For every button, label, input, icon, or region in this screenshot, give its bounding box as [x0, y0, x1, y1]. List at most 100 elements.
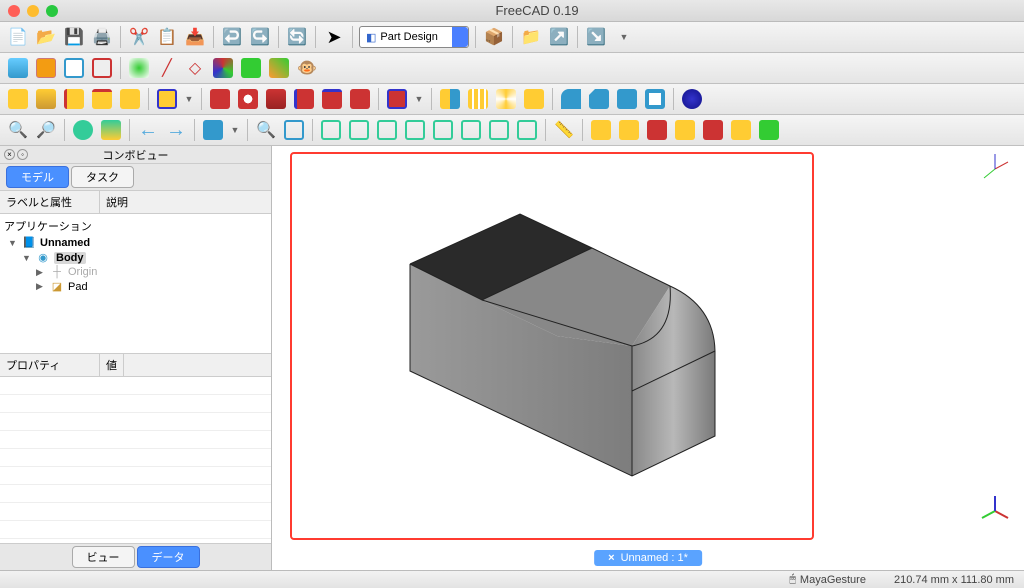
view-top-icon[interactable] [319, 118, 343, 142]
view-bottom-icon[interactable] [403, 118, 427, 142]
pointer-icon[interactable]: ➤ [322, 25, 346, 49]
sub-pipe-icon[interactable] [320, 87, 344, 111]
isometric-icon[interactable] [201, 118, 225, 142]
view-left-icon[interactable] [431, 118, 455, 142]
refresh-icon[interactable]: 🔄 [285, 25, 309, 49]
subshapebinder-icon[interactable] [267, 56, 291, 80]
property-table[interactable] [0, 377, 271, 543]
view-front-icon[interactable] [282, 118, 306, 142]
folder-icon[interactable]: 📁 [519, 25, 543, 49]
save-file-icon[interactable]: 💾 [62, 25, 86, 49]
shapebinder-icon[interactable] [239, 56, 263, 80]
undo-icon[interactable]: ↩️ [220, 25, 244, 49]
tab-view[interactable]: ビュー [72, 546, 135, 568]
tree-doc-label[interactable]: Unnamed [40, 237, 90, 249]
measure-toggle-all-icon[interactable] [701, 118, 725, 142]
draw-style-icon[interactable] [71, 118, 95, 142]
measure-toggle-3d-icon[interactable] [729, 118, 753, 142]
edit-sketch-icon[interactable] [62, 56, 86, 80]
tree-origin-label[interactable]: Origin [68, 266, 97, 278]
disclosure-triangle-icon[interactable]: ▶ [36, 267, 46, 278]
tab-model[interactable]: モデル [6, 166, 69, 188]
3d-viewport[interactable]: × Unnamed : 1* [272, 146, 1024, 570]
print-icon[interactable]: 🖨️ [90, 25, 114, 49]
groove-icon[interactable] [264, 87, 288, 111]
loft-icon[interactable] [62, 87, 86, 111]
tree-pad-label[interactable]: Pad [68, 281, 88, 293]
navigation-style-button[interactable]: 🖱 MayaGesture [789, 573, 866, 586]
additive-helix-icon[interactable] [118, 87, 142, 111]
dropdown-icon[interactable]: ▼ [612, 25, 636, 49]
dropdown-icon[interactable]: ▼ [229, 118, 241, 142]
new-file-icon[interactable]: 📄 [6, 25, 30, 49]
pocket-icon[interactable] [208, 87, 232, 111]
create-body-icon[interactable] [6, 56, 30, 80]
tab-data[interactable]: データ [137, 546, 200, 568]
link-import-icon[interactable]: ↘️ [584, 25, 608, 49]
zoom-icon[interactable]: 🔍 [254, 118, 278, 142]
view-rear-icon[interactable] [375, 118, 399, 142]
draft-icon[interactable] [615, 87, 639, 111]
document-tab[interactable]: × Unnamed : 1* [594, 550, 702, 566]
dropdown-icon[interactable]: ▼ [413, 87, 425, 111]
map-sketch-icon[interactable] [90, 56, 114, 80]
close-document-icon[interactable]: × [608, 552, 614, 564]
polar-pattern-icon[interactable] [494, 87, 518, 111]
view-axo-icon[interactable] [459, 118, 483, 142]
tree-body-label[interactable]: Body [54, 252, 86, 264]
paste-icon[interactable]: 📥 [183, 25, 207, 49]
datum-plane-icon[interactable]: ◇ [183, 56, 207, 80]
copy-icon[interactable]: 📋 [155, 25, 179, 49]
view-right-icon[interactable] [347, 118, 371, 142]
workbench-selector[interactable]: ◧ Part Design [359, 26, 469, 48]
fit-selection-icon[interactable]: 🔎 [34, 118, 58, 142]
sub-loft-icon[interactable] [292, 87, 316, 111]
tab-task[interactable]: タスク [71, 166, 134, 188]
open-file-icon[interactable]: 📂 [34, 25, 58, 49]
datum-point-icon[interactable] [127, 56, 151, 80]
redo-icon[interactable]: ↪️ [248, 25, 272, 49]
maximize-window-button[interactable] [46, 5, 58, 17]
nav-forward-icon[interactable]: → [164, 118, 188, 142]
revolution-icon[interactable] [34, 87, 58, 111]
disclosure-triangle-icon[interactable]: ▶ [36, 281, 46, 292]
linear-pattern-icon[interactable] [466, 87, 490, 111]
measure-toggle-delta-icon[interactable] [757, 118, 781, 142]
package-icon[interactable]: 📦 [482, 25, 506, 49]
chamfer-icon[interactable] [587, 87, 611, 111]
close-window-button[interactable] [8, 5, 20, 17]
panel-close-icon[interactable]: × [4, 149, 15, 160]
measure-linear-icon[interactable] [589, 118, 613, 142]
model-tree[interactable]: アプリケーション ▼📘Unnamed ▼◉Body ▶┼Origin ▶◪Pad [0, 214, 271, 354]
view-rotate-l-icon[interactable] [487, 118, 511, 142]
boolean-icon[interactable] [680, 87, 704, 111]
mirrored-icon[interactable] [438, 87, 462, 111]
thickness-icon[interactable] [643, 87, 667, 111]
cut-icon[interactable]: ✂️ [127, 25, 151, 49]
panel-float-icon[interactable]: ◦ [17, 149, 28, 160]
disclosure-triangle-icon[interactable]: ▼ [22, 253, 32, 263]
datum-lcs-icon[interactable] [211, 56, 235, 80]
measure-distance-icon[interactable]: 📏 [552, 118, 576, 142]
fit-all-icon[interactable]: 🔍 [6, 118, 30, 142]
measure-clear-icon[interactable] [673, 118, 697, 142]
hole-icon[interactable] [236, 87, 260, 111]
pad-icon[interactable] [6, 87, 30, 111]
fillet-icon[interactable] [559, 87, 583, 111]
nav-back-icon[interactable]: ← [136, 118, 160, 142]
multitransform-icon[interactable] [522, 87, 546, 111]
datum-line-icon[interactable]: ╱ [155, 56, 179, 80]
link-export-icon[interactable]: ↗️ [547, 25, 571, 49]
dropdown-icon[interactable]: ▼ [183, 87, 195, 111]
pipe-icon[interactable] [90, 87, 114, 111]
disclosure-triangle-icon[interactable]: ▼ [8, 238, 18, 248]
clone-icon[interactable]: 🐵 [295, 56, 319, 80]
create-sketch-icon[interactable] [34, 56, 58, 80]
additive-box-icon[interactable] [155, 87, 179, 111]
view-rotate-r-icon[interactable] [515, 118, 539, 142]
subtractive-box-icon[interactable] [385, 87, 409, 111]
bounding-box-icon[interactable] [99, 118, 123, 142]
measure-refresh-icon[interactable] [645, 118, 669, 142]
measure-angular-icon[interactable] [617, 118, 641, 142]
subtractive-helix-icon[interactable] [348, 87, 372, 111]
